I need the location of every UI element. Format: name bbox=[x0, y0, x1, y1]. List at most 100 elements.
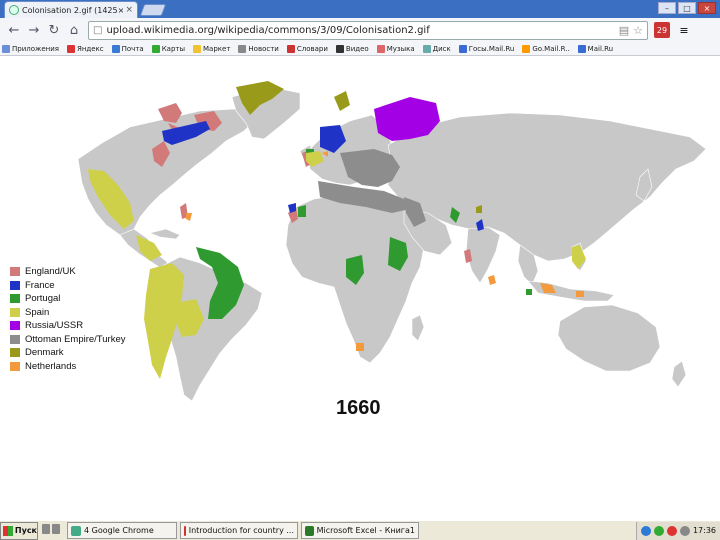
bookmark-label: Яндекс bbox=[76, 44, 104, 53]
bookmark-label: Диск bbox=[432, 44, 451, 53]
bookmark-item[interactable]: Госы.Mail.Ru bbox=[458, 44, 515, 53]
forward-arrow-icon[interactable]: → bbox=[24, 20, 44, 40]
task-app-icon bbox=[184, 525, 186, 536]
close-tab-icon[interactable]: × bbox=[125, 5, 133, 15]
tray-app-icon[interactable] bbox=[640, 525, 651, 536]
reload-icon[interactable]: ↻ bbox=[44, 20, 64, 40]
legend-swatch bbox=[10, 294, 20, 304]
page-icon: □ bbox=[93, 24, 103, 36]
bookmark-item[interactable]: Диск bbox=[422, 44, 451, 53]
bookmark-star-icon[interactable]: ☆ bbox=[633, 24, 643, 37]
close-window-button[interactable]: × bbox=[698, 2, 716, 14]
bookmark-icon bbox=[458, 44, 467, 53]
address-bar[interactable]: □ upload.wikimedia.org/wikipedia/commons… bbox=[88, 20, 648, 40]
bookmark-label: Go.Mail.R.. bbox=[532, 44, 570, 53]
bookmark-label: Видео bbox=[345, 44, 369, 53]
start-button[interactable]: Пуск bbox=[0, 521, 38, 540]
legend-label: England/UK bbox=[25, 266, 76, 278]
tray-app-icon[interactable] bbox=[679, 525, 690, 536]
task-label: 4 Google Chrome bbox=[84, 526, 154, 535]
bookmark-label: Госы.Mail.Ru bbox=[468, 44, 515, 53]
page-action-icon[interactable]: ▤ bbox=[619, 24, 629, 37]
task-label: Microsoft Excel - Книга1 bbox=[316, 526, 415, 535]
india bbox=[465, 226, 501, 284]
bookmark-icon bbox=[286, 44, 295, 53]
menu-icon[interactable]: ≡ bbox=[676, 22, 692, 38]
bookmark-item[interactable]: Почта bbox=[111, 44, 144, 53]
bookmark-label: Приложения bbox=[12, 44, 59, 53]
legend-item: England/UK bbox=[10, 265, 125, 279]
bookmark-icon bbox=[335, 44, 344, 53]
bookmark-icon bbox=[238, 44, 247, 53]
url-text[interactable]: upload.wikimedia.org/wikipedia/commons/3… bbox=[106, 25, 614, 36]
legend-item: Spain bbox=[10, 306, 125, 320]
bookmark-item[interactable]: Словари bbox=[286, 44, 328, 53]
bookmark-icon bbox=[422, 44, 431, 53]
windows-taskbar: Пуск 4 Google Chrome Introduction for cou… bbox=[0, 520, 720, 540]
legend-label: Netherlands bbox=[25, 360, 77, 372]
home-icon[interactable]: ⌂ bbox=[64, 20, 84, 40]
legend-swatch bbox=[10, 280, 20, 290]
browser-tab[interactable]: Colonisation 2.gif (1425×625) × bbox=[4, 1, 138, 18]
bookmark-icon bbox=[111, 44, 120, 53]
system-tray: 17:36 bbox=[635, 521, 720, 540]
tab-title: Colonisation 2.gif (1425×625) bbox=[22, 5, 124, 15]
bookmark-item[interactable]: Маркет bbox=[193, 44, 231, 53]
legend-swatch bbox=[10, 348, 20, 358]
quick-launch bbox=[42, 523, 64, 538]
legend-label: Ottoman Empire/Turkey bbox=[25, 333, 126, 345]
legend-item: France bbox=[10, 279, 125, 293]
new-zealand bbox=[671, 360, 687, 388]
image-favicon-icon bbox=[9, 5, 19, 15]
window-controls: – □ × bbox=[658, 2, 716, 14]
image-viewer: England/UK France Portugal Spain Russia/USSR… bbox=[0, 57, 720, 520]
taskbar-button[interactable]: Microsoft Excel - Книга1 bbox=[301, 522, 419, 539]
bookmark-item[interactable]: Новости bbox=[238, 44, 279, 53]
legend-item: Denmark bbox=[10, 346, 125, 360]
extension-icon[interactable]: 29 bbox=[654, 22, 670, 38]
bookmark-item[interactable]: Яндекс bbox=[66, 44, 104, 53]
legend-item: Ottoman Empire/Turkey bbox=[10, 333, 125, 347]
maximize-button[interactable]: □ bbox=[678, 2, 696, 14]
back-arrow-icon[interactable]: ← bbox=[4, 20, 24, 40]
clock[interactable]: 17:36 bbox=[693, 526, 716, 535]
legend-label: France bbox=[25, 279, 55, 291]
quick-launch-icon[interactable] bbox=[42, 523, 50, 534]
bookmark-icon bbox=[577, 44, 586, 53]
bookmark-item[interactable]: Видео bbox=[335, 44, 369, 53]
bookmark-label: Почта bbox=[121, 44, 144, 53]
bookmark-item[interactable]: Музыка bbox=[376, 44, 415, 53]
tab-strip: Colonisation 2.gif (1425×625) × – □ × bbox=[0, 0, 720, 18]
legend-item: Netherlands bbox=[10, 360, 125, 374]
new-tab-button[interactable] bbox=[139, 4, 167, 16]
bookmark-item[interactable]: Карты bbox=[151, 44, 185, 53]
bookmark-label: Маркет bbox=[203, 44, 231, 53]
bookmark-item[interactable]: Go.Mail.R.. bbox=[522, 44, 570, 53]
legend-swatch bbox=[10, 267, 20, 277]
legend-label: Portugal bbox=[25, 293, 61, 305]
legend-item: Portugal bbox=[10, 292, 125, 306]
bookmarks-bar: Приложения Яндекс Почта Карты Маркет Новости С… bbox=[0, 42, 720, 56]
legend-label: Spain bbox=[25, 306, 50, 318]
map-legend: England/UK France Portugal Spain Russia/USSR… bbox=[10, 265, 125, 373]
taskbar-button[interactable]: 4 Google Chrome bbox=[67, 522, 177, 539]
taskbar-button[interactable]: Introduction for country ... bbox=[180, 522, 298, 539]
tray-app-icon[interactable] bbox=[653, 525, 664, 536]
task-app-icon bbox=[71, 525, 81, 536]
bookmark-label: Новости bbox=[248, 44, 279, 53]
bookmark-icon bbox=[151, 44, 160, 53]
task-label: Introduction for country ... bbox=[188, 526, 294, 535]
bookmark-label: Словари bbox=[296, 44, 328, 53]
legend-label: Denmark bbox=[25, 347, 64, 359]
tray-app-icon[interactable] bbox=[666, 525, 677, 536]
bookmark-item[interactable]: Приложения bbox=[2, 44, 59, 53]
bookmark-label: Музыка bbox=[386, 44, 415, 53]
browser-toolbar: ← → ↻ ⌂ □ upload.wikimedia.org/wikipedia… bbox=[0, 18, 720, 42]
quick-launch-icon[interactable] bbox=[52, 523, 60, 534]
legend-item: Russia/USSR bbox=[10, 319, 125, 333]
minimize-button[interactable]: – bbox=[658, 2, 676, 14]
legend-swatch bbox=[10, 307, 20, 317]
bookmark-item[interactable]: Mail.Ru bbox=[577, 44, 614, 53]
windows-logo-icon bbox=[3, 525, 13, 536]
bookmark-label: Mail.Ru bbox=[587, 44, 614, 53]
